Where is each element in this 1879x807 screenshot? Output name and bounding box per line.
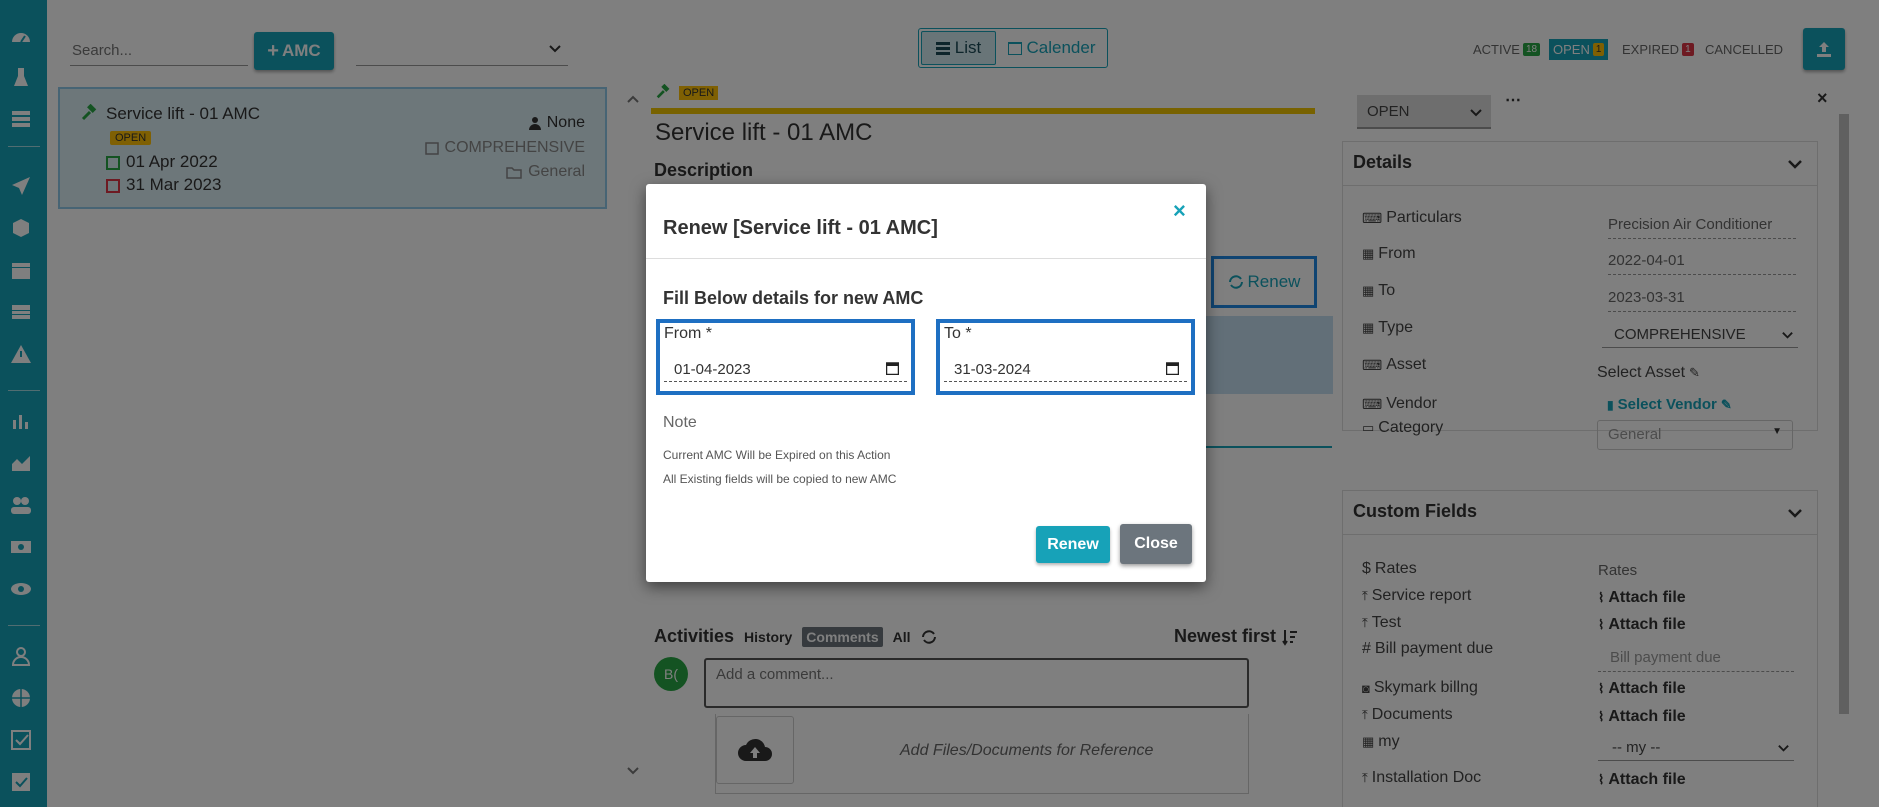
to-date-field: To * xyxy=(936,319,1195,395)
note-text: All Existing fields will be copied to ne… xyxy=(663,472,897,486)
modal-divider xyxy=(646,258,1206,259)
close-button[interactable]: Close xyxy=(1120,524,1192,564)
note-text: Current AMC Will be Expired on this Acti… xyxy=(663,448,891,462)
renew-modal: Renew [Service lift - 01 AMC] × Fill Bel… xyxy=(646,184,1206,582)
note-label: Note xyxy=(663,414,697,431)
modal-title: Renew [Service lift - 01 AMC] xyxy=(663,217,938,239)
close-icon[interactable]: × xyxy=(1173,198,1186,224)
to-date-input[interactable] xyxy=(944,358,1187,382)
from-date-input[interactable] xyxy=(664,358,907,382)
from-date-field: From * xyxy=(656,319,915,395)
from-date-label: From * xyxy=(664,325,712,342)
calendar-icon[interactable] xyxy=(886,361,899,375)
modal-subtitle: Fill Below details for new AMC xyxy=(663,288,924,308)
renew-button[interactable]: Renew xyxy=(1036,526,1110,563)
calendar-icon[interactable] xyxy=(1166,361,1179,375)
to-date-label: To * xyxy=(944,325,972,342)
